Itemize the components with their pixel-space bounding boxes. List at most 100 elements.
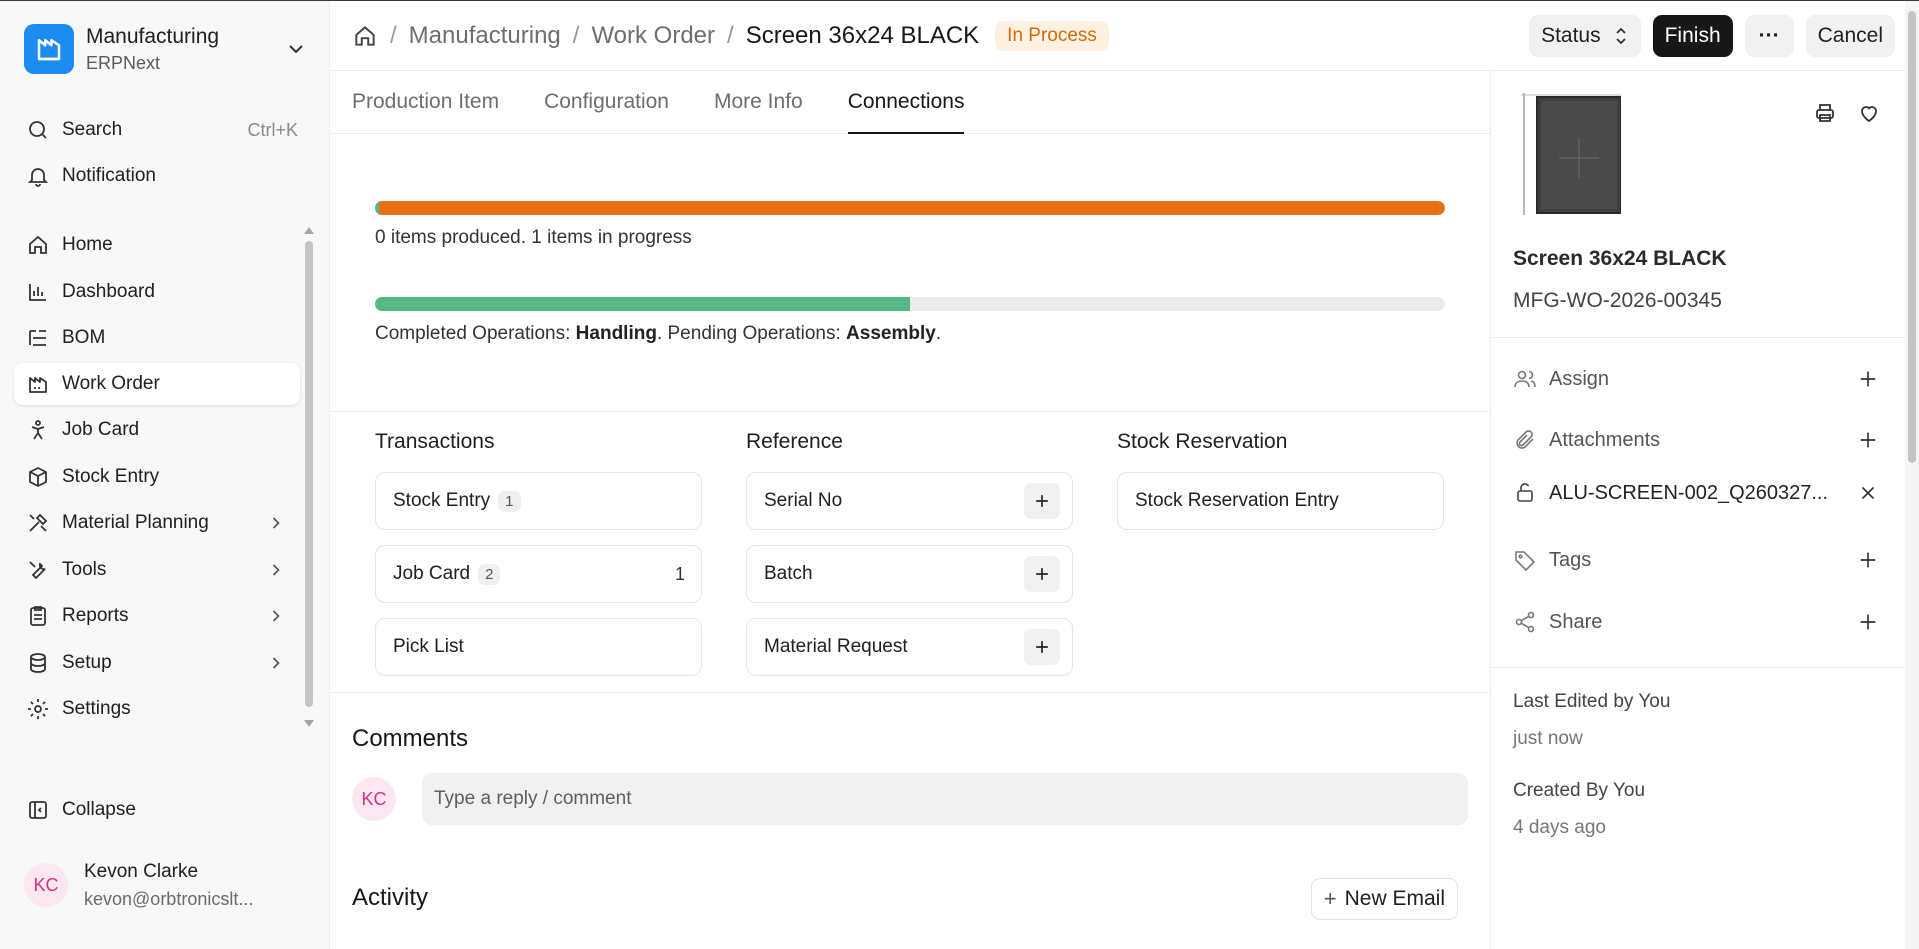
breadcrumb-module[interactable]: Manufacturing [409,22,561,50]
items-in-progress-fill [379,201,1445,215]
chevron-down-icon [289,45,303,54]
sidebar-item-label: Work Order [62,373,160,394]
link-stock-entry[interactable]: Stock Entry 1 [375,472,702,530]
scrollbar-thumb[interactable] [305,241,313,707]
ops-completed-value: Handling [575,323,657,344]
person-icon [31,420,45,440]
heart-icon[interactable] [1857,101,1881,125]
page-scrollbar[interactable] [1905,1,1919,949]
users-icon [1514,370,1536,388]
list-tree-icon [29,330,46,346]
tab-production-item[interactable]: Production Item [352,71,499,133]
new-email-button[interactable]: + New Email [1310,878,1458,920]
sidebar-item-material-planning[interactable]: Material Planning [14,502,300,544]
add-material-request-button[interactable] [1024,629,1060,665]
add-share-icon[interactable] [1857,611,1879,633]
created-label: Created By You [1513,780,1646,801]
sidebar-collapse[interactable]: Collapse [14,789,300,831]
operations-progress-label: Completed Operations: Handling. Pending … [375,323,1445,345]
items-progress: 0 items produced. 1 items in progress [375,201,1445,249]
sidebar-item-label: Reports [62,605,129,626]
home-icon[interactable] [352,23,378,49]
sidebar-item-bom[interactable]: BOM [14,317,300,359]
tools-icon [29,513,48,532]
item-name: Screen 36x24 BLACK [1513,247,1727,270]
link-pick-list[interactable]: Pick List [375,618,702,676]
attachments-row[interactable]: Attachments [1513,420,1879,460]
user-menu[interactable]: KC Kevon Clarke kevon@orbtronicslt... [14,849,316,921]
link-label: Job Card [393,563,471,584]
add-serial-no-button[interactable] [1024,483,1060,519]
page-header: / Manufacturing / Work Order / Screen 36… [330,1,1905,71]
sidebar-item-dashboard[interactable]: Dashboard [14,271,300,313]
workspace-title: Manufacturing [86,24,220,48]
more-actions-button[interactable]: ··· [1744,15,1794,57]
sidebar-item-reports[interactable]: Reports [14,595,300,637]
finish-button[interactable]: Finish [1652,15,1733,57]
assign-row[interactable]: Assign [1513,359,1879,399]
share-icon [1515,611,1535,633]
box-icon [29,467,47,487]
search-icon [29,121,47,139]
share-label: Share [1549,610,1603,633]
link-label: Pick List [393,636,464,657]
sidebar-item-tools[interactable]: Tools [14,549,300,591]
attachment-item[interactable]: ALU-SCREEN-002_Q260327... [1513,473,1879,513]
tab-configuration[interactable]: Configuration [544,71,669,133]
sidebar-item-work-order[interactable]: Work Order [14,363,300,405]
main-content: 0 items produced. 1 items in progress Co… [330,135,1490,949]
sidebar-item-label: Home [62,234,113,255]
sidebar-search[interactable]: Search Ctrl+K [14,109,300,151]
add-batch-button[interactable] [1024,556,1060,592]
lock-open-icon [1517,483,1533,502]
close-icon[interactable] [1857,482,1879,504]
tags-row[interactable]: Tags [1513,540,1879,580]
scroll-down-arrow[interactable] [304,720,314,727]
sidebar-item-stock-entry[interactable]: Stock Entry [14,456,300,498]
ops-completed-prefix: Completed Operations: [375,323,576,344]
home-icon [29,235,47,254]
sidebar-collapse-icon [29,801,47,819]
link-material-request[interactable]: Material Request [746,618,1073,676]
add-assign-icon[interactable] [1857,368,1879,390]
add-attachment-icon[interactable] [1857,429,1879,451]
tab-more-info[interactable]: More Info [714,71,803,133]
tab-connections[interactable]: Connections [847,71,964,134]
sidebar-scrollbar[interactable] [302,223,316,729]
scroll-up-arrow[interactable] [304,227,314,234]
status-badge: In Process [995,20,1109,51]
workspace-logo [24,24,74,74]
add-tag-icon[interactable] [1857,549,1879,571]
scrollbar-thumb[interactable] [1908,11,1916,463]
sidebar-item-setup[interactable]: Setup [14,642,300,684]
printer-icon[interactable] [1813,101,1837,125]
sidebar-notification[interactable]: Notification [14,155,300,197]
attachment-file-name[interactable]: ALU-SCREEN-002_Q260327... [1549,482,1857,505]
item-image[interactable] [1521,93,1621,215]
plus-icon [1036,568,1048,580]
user-email: kevon@orbtronicslt... [84,888,254,909]
tags-label: Tags [1549,548,1592,571]
sidebar-item-home[interactable]: Home [14,224,300,266]
cancel-button[interactable]: Cancel [1805,15,1895,57]
link-serial-no[interactable]: Serial No [746,472,1073,530]
sidebar-item-label: Settings [62,698,131,719]
status-dropdown[interactable]: Status [1529,15,1641,57]
share-row[interactable]: Share [1513,602,1879,642]
link-stock-reservation-entry[interactable]: Stock Reservation Entry [1117,472,1444,530]
sidebar-item-settings[interactable]: Settings [14,688,300,730]
workspace-switcher[interactable]: Manufacturing ERPNext [14,13,316,85]
sidebar-item-label: Material Planning [62,512,209,533]
operations-completed-fill [375,297,910,311]
link-batch[interactable]: Batch [746,545,1073,603]
comment-input[interactable]: Type a reply / comment [422,773,1468,825]
breadcrumb-doctype[interactable]: Work Order [591,22,715,50]
last-edited-label: Last Edited by You [1513,691,1671,712]
wrench-icon [29,561,46,580]
paperclip-icon [1516,430,1534,449]
operations-progress-bar [375,297,1445,311]
link-label: Stock Entry [393,490,491,511]
sidebar-item-job-card[interactable]: Job Card [14,409,300,451]
chevron-updown-icon [1615,27,1626,45]
link-job-card[interactable]: Job Card 2 1 [375,545,702,603]
